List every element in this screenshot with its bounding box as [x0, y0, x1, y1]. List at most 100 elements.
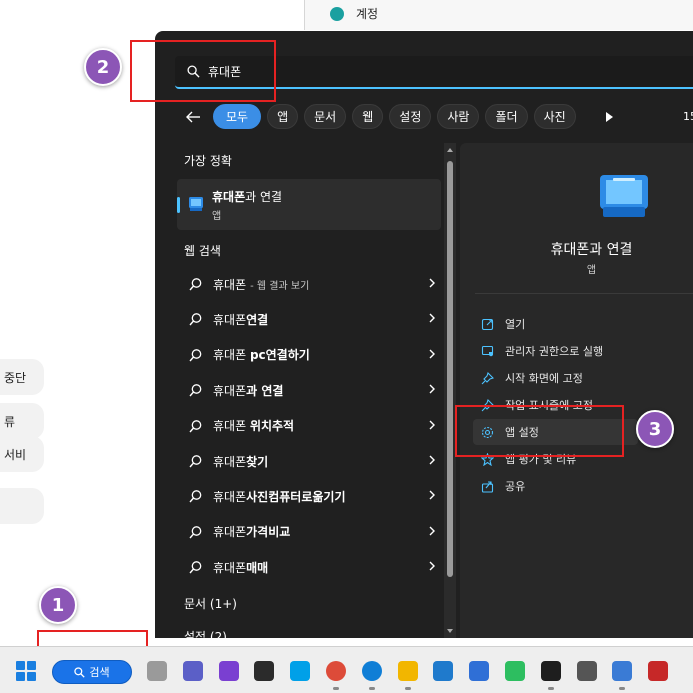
paint-tool-icon[interactable]: [612, 661, 633, 681]
web-search-result[interactable]: 휴대폰과 연결: [183, 375, 441, 405]
web-search-result[interactable]: 휴대폰매매: [183, 552, 441, 582]
account-icon: [330, 6, 344, 21]
messenger-icon[interactable]: [290, 661, 311, 681]
account-label: 계정: [356, 7, 379, 21]
web-result-text: 휴대폰과 연결: [213, 383, 284, 398]
chevron-right-icon[interactable]: [429, 278, 435, 288]
web-search-result[interactable]: 휴대폰 위치추적: [183, 411, 441, 441]
scroll-down-icon[interactable]: [447, 629, 453, 633]
settings-account-item[interactable]: 계정: [330, 5, 378, 22]
web-search-result[interactable]: 휴대폰 - 웹 결과 보기: [183, 269, 441, 299]
search-icon: [74, 666, 86, 678]
terminal-icon[interactable]: [540, 661, 561, 681]
filter-chip-photos[interactable]: 사진: [533, 104, 576, 129]
filter-chip-people[interactable]: 사람: [437, 104, 480, 129]
details-divider: [475, 293, 693, 294]
phone-link-large-icon: [600, 175, 648, 217]
edge-icon[interactable]: [361, 661, 382, 681]
chevron-right-icon[interactable]: [429, 455, 435, 465]
web-result-text: 휴대폰매매: [213, 560, 269, 575]
running-indicator: [619, 687, 626, 690]
taskbar-search-label: 검색: [89, 666, 110, 679]
filter-chip-documents[interactable]: 문서: [304, 104, 347, 129]
screen-capture-icon[interactable]: [254, 661, 275, 681]
web-result-text: 휴대폰가격비교: [213, 525, 291, 540]
scroll-thumb[interactable]: [447, 161, 453, 577]
file-explorer-icon[interactable]: [397, 661, 418, 681]
zoom-icon[interactable]: [182, 661, 203, 681]
search-icon: [189, 561, 202, 574]
chevron-right-icon[interactable]: [429, 561, 435, 571]
details-app-name: 휴대폰과 연결: [550, 242, 633, 258]
background-pill-3: 서비: [0, 436, 44, 472]
share-icon: [481, 480, 494, 493]
selection-indicator: [177, 197, 180, 213]
web-search-result[interactable]: 휴대폰찾기: [183, 446, 441, 476]
task-view-icon[interactable]: [147, 661, 167, 681]
step-badge-2: 2: [84, 48, 122, 86]
step-badge-3: 3: [636, 410, 674, 448]
search-icon: [189, 455, 202, 468]
filter-chip-all[interactable]: 모두: [213, 104, 262, 129]
best-match-type: 앱: [212, 211, 222, 222]
action-label: 공유: [505, 480, 526, 493]
vscode-icon[interactable]: [433, 661, 454, 681]
web-search-result[interactable]: 휴대폰사진컴퓨터로옮기기: [183, 481, 441, 511]
windows-start-icon[interactable]: [16, 661, 36, 681]
details-app-type: 앱: [586, 265, 597, 276]
filter-chip-web[interactable]: 웹: [352, 104, 384, 129]
filter-chip-settings[interactable]: 설정: [389, 104, 432, 129]
search-icon: [189, 348, 202, 362]
chevron-right-icon[interactable]: [429, 490, 435, 500]
chevron-right-icon[interactable]: [429, 313, 435, 323]
filter-chip-apps[interactable]: 앱: [267, 104, 299, 129]
search-icon: [189, 525, 202, 539]
filter-chip-folders[interactable]: 폴더: [485, 104, 528, 129]
back-arrow-icon[interactable]: [183, 107, 203, 127]
action-open[interactable]: 열기: [473, 311, 693, 337]
settings-heading[interactable]: 설정 (2): [184, 628, 227, 645]
web-result-text: 휴대폰 위치추적: [213, 419, 295, 434]
action-label: 열기: [505, 318, 526, 331]
documents-heading[interactable]: 문서 (1+): [184, 595, 237, 612]
web-search-result[interactable]: 휴대폰 pc연결하기: [183, 340, 441, 370]
action-share[interactable]: 공유: [473, 473, 693, 499]
search-icon: [189, 384, 202, 397]
running-indicator: [333, 687, 339, 690]
annotation-box-app-settings: [455, 405, 624, 457]
background-pill-4: [0, 488, 44, 524]
chevron-right-icon[interactable]: [429, 384, 435, 394]
pdf-tool-icon[interactable]: [648, 661, 669, 681]
chevron-right-icon[interactable]: [429, 526, 435, 536]
background-pill-2: 류: [0, 403, 44, 439]
taskbar-search-button[interactable]: 검색: [52, 660, 132, 684]
scroll-up-icon[interactable]: [447, 148, 453, 152]
chevron-right-icon[interactable]: [429, 420, 435, 430]
search-icon: [189, 490, 202, 503]
action-label: 시작 화면에 고정: [505, 372, 583, 385]
web-result-text: 휴대폰찾기: [213, 454, 269, 469]
chevron-right-icon[interactable]: [429, 349, 435, 359]
web-search-result[interactable]: 휴대폰연결: [183, 304, 441, 334]
web-result-text: 휴대폰연결: [213, 312, 269, 327]
running-indicator: [368, 687, 375, 690]
play-icon[interactable]: [606, 112, 613, 122]
action-pin[interactable]: 시작 화면에 고정: [473, 365, 693, 391]
results-scrollbar[interactable]: [444, 143, 456, 638]
web-search-result[interactable]: 휴대폰가격비교: [183, 517, 441, 547]
evernote-icon[interactable]: [505, 661, 525, 681]
pin-icon: [481, 371, 494, 384]
search-icon: [189, 278, 202, 291]
obsidian-icon[interactable]: [218, 661, 239, 681]
web-result-text: 휴대폰사진컴퓨터로옮기기: [213, 489, 346, 504]
chrome-icon[interactable]: [326, 661, 346, 681]
filter-bar: 모두 앱 문서 웹 설정 사람 폴더 사진: [183, 104, 576, 129]
web-result-text: 휴대폰 - 웹 결과 보기: [213, 277, 310, 292]
action-admin-shield[interactable]: 관리자 권한으로 실행: [473, 338, 693, 364]
background-pill-1: 중단: [0, 359, 44, 395]
open-icon: [481, 318, 494, 330]
network-tool-icon[interactable]: [576, 661, 597, 681]
best-match-result[interactable]: 휴대폰과 연결 앱: [177, 179, 441, 230]
store-icon[interactable]: [469, 661, 490, 681]
best-match-heading: 가장 정확: [184, 154, 232, 168]
